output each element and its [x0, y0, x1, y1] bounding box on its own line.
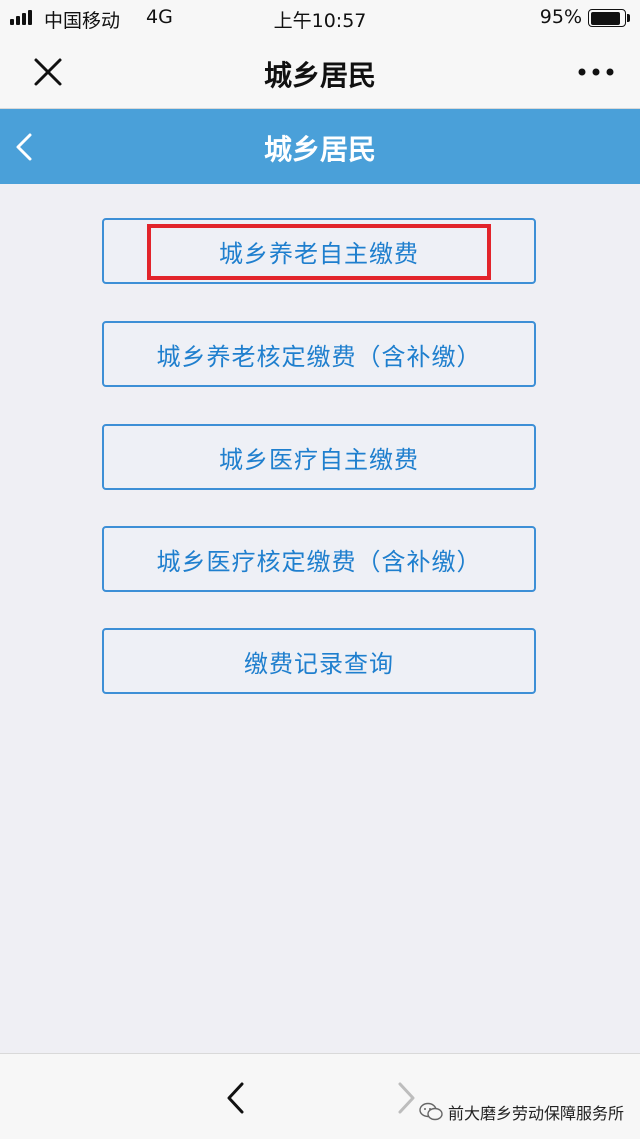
- bottom-toolbar: 前大磨乡劳动保障服务所: [0, 1053, 640, 1139]
- pension-assessed-payment-button[interactable]: 城乡养老核定缴费（含补缴）: [102, 321, 536, 387]
- status-bar: 中国移动 4G 上午10:57 95%: [0, 0, 640, 36]
- wechat-icon: [419, 1102, 443, 1121]
- medical-assessed-payment-button[interactable]: 城乡医疗核定缴费（含补缴）: [102, 526, 536, 592]
- battery-icon: [588, 9, 630, 27]
- header-title: 城乡居民: [263, 133, 376, 166]
- pension-self-payment-button[interactable]: 城乡养老自主缴费: [102, 218, 536, 284]
- watermark: 前大磨乡劳动保障服务所: [418, 1100, 624, 1124]
- app-header: 城乡居民: [0, 109, 640, 184]
- chevron-left-icon[interactable]: [222, 1078, 250, 1118]
- payment-record-query-button[interactable]: 缴费记录查询: [102, 628, 536, 694]
- title-bar: 城乡居民: [0, 36, 640, 109]
- chevron-right-icon[interactable]: [392, 1078, 420, 1118]
- more-dots-icon[interactable]: [576, 58, 616, 86]
- page-title: 城乡居民: [263, 59, 376, 92]
- battery-percent: 95%: [539, 6, 582, 28]
- medical-self-payment-button[interactable]: 城乡医疗自主缴费: [102, 424, 536, 490]
- watermark-text: 前大磨乡劳动保障服务所: [448, 1104, 625, 1123]
